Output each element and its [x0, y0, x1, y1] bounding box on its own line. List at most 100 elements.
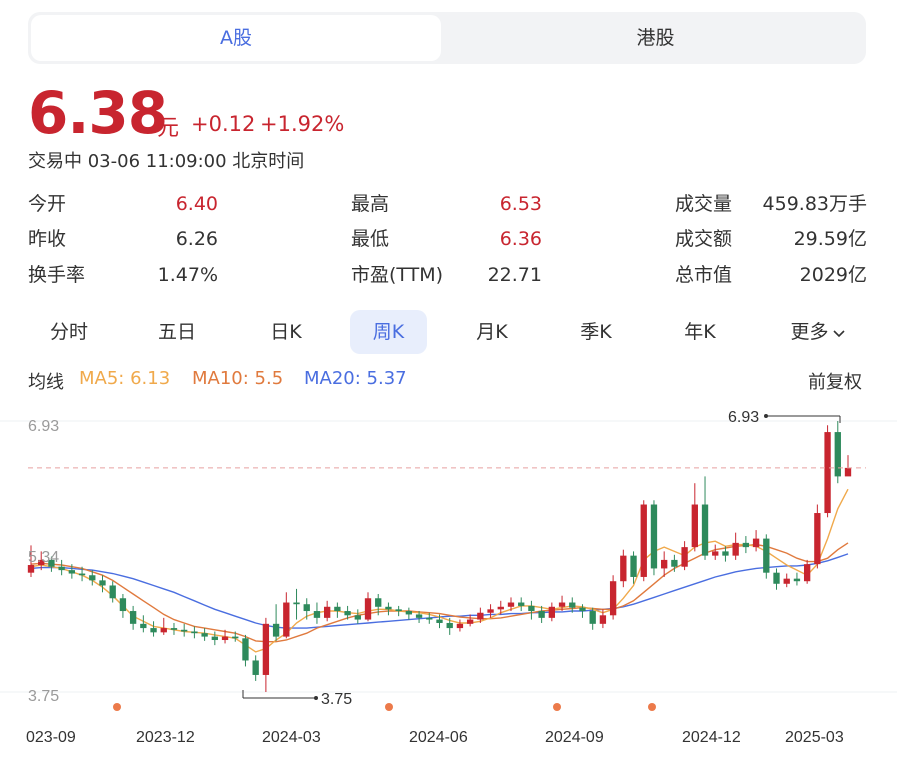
- candle-body: [211, 636, 218, 641]
- candle-body: [752, 538, 760, 548]
- candle-body: [456, 623, 464, 629]
- x-tick-label: 2025-03: [785, 729, 844, 746]
- stat-low-label: 最低: [351, 228, 390, 250]
- candle-body: [313, 611, 321, 618]
- stat-pe-value: 22.71: [487, 264, 542, 286]
- event-dot[interactable]: [648, 703, 656, 711]
- candle-body: [129, 611, 137, 624]
- candle-body: [68, 570, 76, 574]
- candle-body: [436, 619, 443, 623]
- adjust-mode-button[interactable]: 前复权: [808, 368, 862, 394]
- candle-body: [354, 615, 361, 620]
- stat-turnover-label: 换手率: [28, 264, 86, 286]
- candle-body: [701, 504, 709, 556]
- tab-yearly-k[interactable]: 年K: [667, 310, 733, 354]
- tab-more-label: 更多: [790, 321, 829, 343]
- candle-body: [109, 585, 116, 599]
- min-marker: 3.75: [242, 690, 352, 708]
- tab-daily-k[interactable]: 日K: [253, 310, 319, 354]
- candle-body: [763, 538, 770, 573]
- tab-monthly-k[interactable]: 月K: [459, 310, 525, 354]
- candle-body: [518, 602, 525, 606]
- tab-intraday[interactable]: 分时: [36, 310, 102, 354]
- candle-body: [548, 606, 556, 618]
- ma5-legend: MA5: 6.13: [79, 368, 171, 389]
- candle-body: [272, 623, 280, 637]
- candle-body: [232, 636, 239, 639]
- tab-quarterly-k[interactable]: 季K: [563, 310, 629, 354]
- x-tick-label: 2024-06: [409, 729, 468, 746]
- price-change: +0.12: [191, 112, 256, 136]
- candle-body: [528, 605, 535, 612]
- candle-body: [89, 575, 96, 581]
- candle-body: [620, 555, 627, 582]
- stat-prev-close-value: 6.26: [175, 228, 218, 250]
- stat-high-label: 最高: [351, 193, 390, 215]
- stat-open-label: 今开: [28, 193, 67, 215]
- candle-body: [293, 602, 300, 605]
- stat-pe-label: 市盈(TTM): [351, 264, 444, 286]
- candle-body: [99, 580, 106, 586]
- event-dot[interactable]: [385, 703, 393, 711]
- candle-body: [487, 609, 494, 613]
- tab-more[interactable]: 更多: [776, 310, 860, 354]
- y-tick-label: 3.75: [28, 688, 59, 705]
- tab-a-shares[interactable]: A股: [31, 15, 441, 61]
- y-tick-label: 6.93: [28, 418, 59, 435]
- stat-turnover-value: 1.47%: [157, 264, 218, 286]
- ma20-legend: MA20: 5.37: [304, 368, 407, 389]
- event-dot[interactable]: [553, 703, 561, 711]
- x-tick-label: 023-09: [26, 729, 76, 746]
- candle-body: [201, 633, 208, 637]
- stat-low-value: 6.36: [499, 228, 542, 250]
- candle-body: [466, 619, 474, 624]
- candle-body: [344, 611, 351, 616]
- candle-body: [569, 602, 576, 608]
- candle-body: [477, 612, 484, 620]
- stat-high-value: 6.53: [499, 193, 542, 215]
- x-tick-label: 2023-12: [136, 729, 195, 746]
- candle-body: [814, 513, 821, 565]
- chevron-down-icon: [832, 311, 846, 355]
- max-marker: 6.93: [728, 409, 841, 426]
- candle-body: [681, 547, 688, 567]
- current-price: 6.38: [28, 79, 168, 147]
- event-dot[interactable]: [113, 703, 121, 711]
- candle-body: [262, 623, 270, 675]
- candle-body: [650, 504, 658, 569]
- market-segmented-control: A股 港股: [28, 12, 866, 64]
- candle-body: [691, 504, 698, 548]
- candle-body: [558, 602, 566, 607]
- stat-volume-value: 459.83万手: [762, 193, 867, 215]
- candles: [27, 421, 852, 692]
- candle-body: [671, 559, 678, 567]
- tab-weekly-k[interactable]: 周K: [350, 310, 427, 354]
- candle-body: [426, 617, 433, 620]
- stat-volume-label: 成交量: [675, 193, 733, 215]
- candle-body: [27, 565, 35, 573]
- x-tick-label: 2024-03: [262, 729, 321, 746]
- tab-hk-shares[interactable]: 港股: [448, 15, 863, 61]
- stat-amount-value: 29.59亿: [793, 228, 867, 250]
- trading-status: 交易中 03-06 11:09:00 北京时间: [28, 151, 305, 172]
- candle-body: [793, 578, 801, 582]
- candle-body: [507, 602, 515, 607]
- candle-body: [599, 615, 607, 624]
- candle-body: [783, 578, 790, 584]
- candle-body: [150, 628, 157, 633]
- candle-body: [364, 598, 372, 620]
- candle-body: [732, 542, 739, 556]
- candle-body: [630, 555, 637, 577]
- candle-body: [844, 467, 852, 477]
- x-tick-label: 2024-12: [682, 729, 741, 746]
- candle-body: [773, 572, 780, 584]
- tab-five-day[interactable]: 五日: [144, 310, 210, 354]
- candle-body: [538, 611, 545, 618]
- candle-body: [405, 611, 413, 615]
- min-marker-dot: [314, 696, 318, 700]
- candle-body: [640, 504, 647, 577]
- candle-body: [323, 606, 331, 618]
- x-axis-labels: 023-09 2023-12 2024-03 2024-06 2024-09 2…: [26, 729, 844, 746]
- candle-body: [579, 607, 586, 612]
- stat-market-cap-value: 2029亿: [799, 264, 867, 286]
